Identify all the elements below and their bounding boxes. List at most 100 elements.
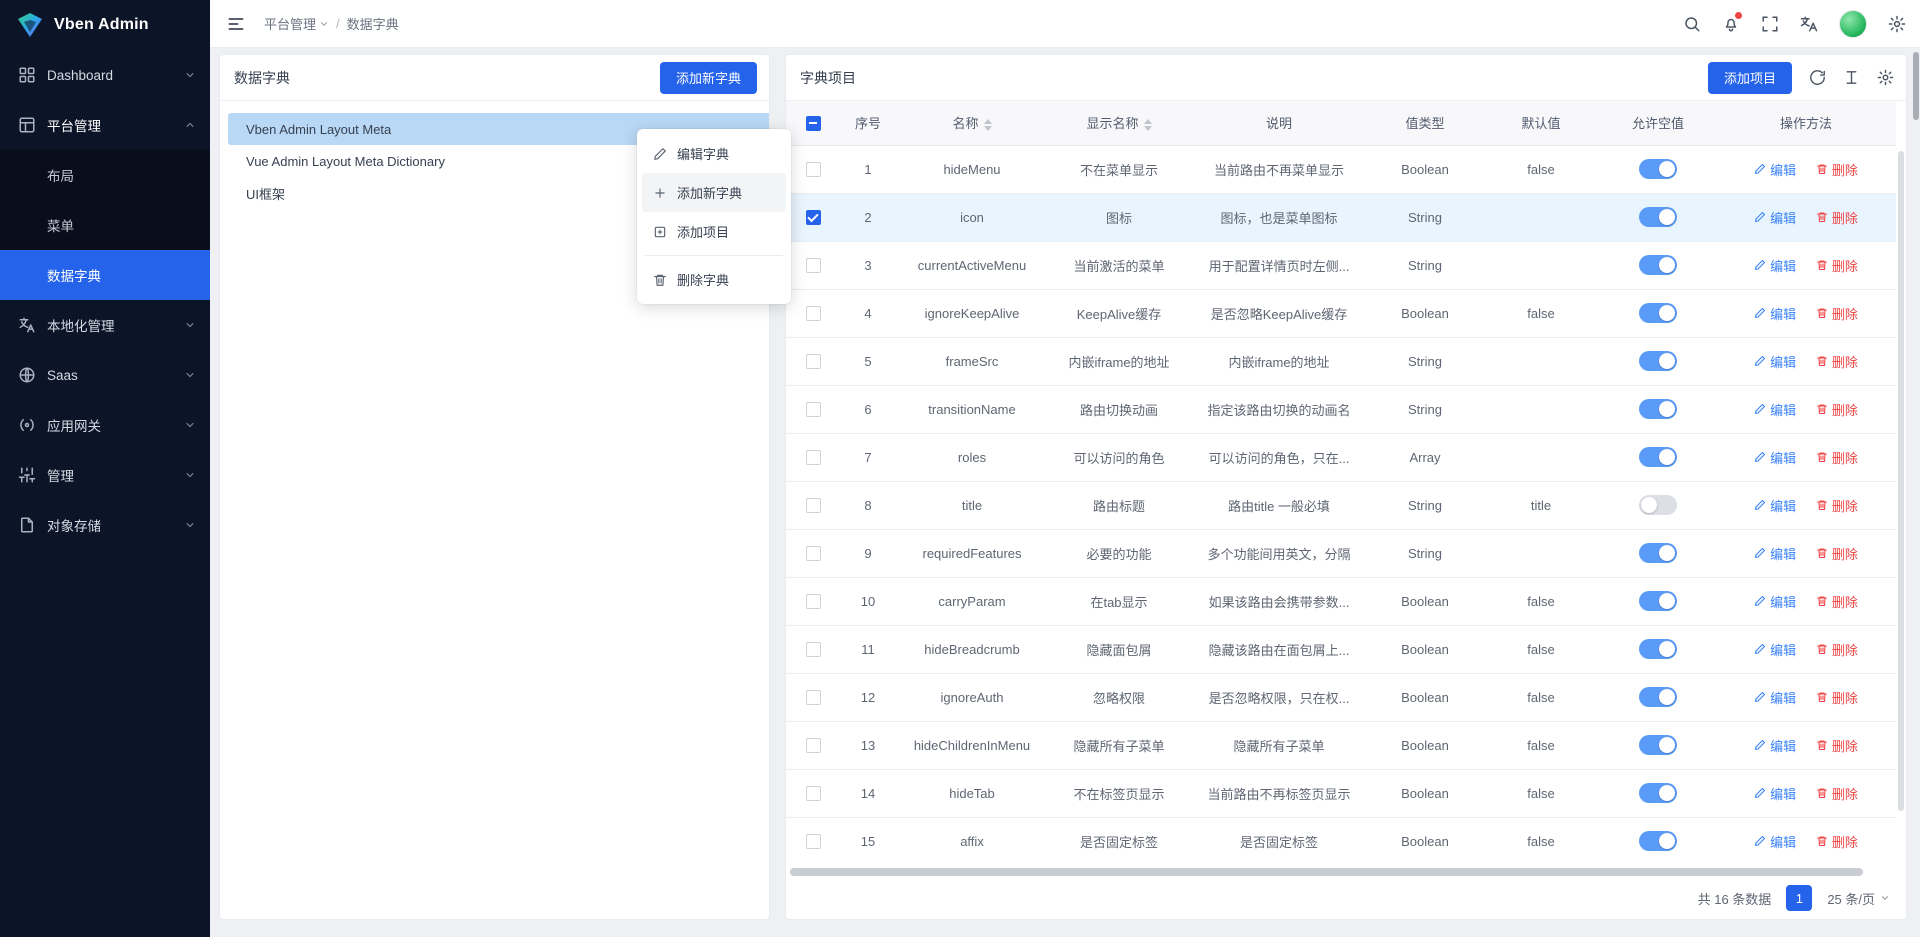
- allow-null-toggle[interactable]: [1639, 447, 1677, 467]
- allow-null-toggle[interactable]: [1639, 639, 1677, 659]
- delete-row-button[interactable]: 删除: [1816, 400, 1858, 419]
- col-header-name[interactable]: 名称: [896, 101, 1048, 145]
- sidebar-item-dashboard[interactable]: Dashboard: [0, 50, 210, 100]
- edit-row-button[interactable]: 编辑: [1754, 544, 1796, 563]
- allow-null-toggle[interactable]: [1639, 495, 1677, 515]
- allow-null-toggle[interactable]: [1639, 399, 1677, 419]
- edit-row-button[interactable]: 编辑: [1754, 640, 1796, 659]
- search-icon[interactable]: [1683, 15, 1701, 33]
- page-size-select[interactable]: 25 条/页: [1827, 889, 1890, 908]
- translate-icon[interactable]: [1800, 15, 1818, 33]
- sort-icons[interactable]: [1144, 119, 1152, 131]
- delete-row-button[interactable]: 删除: [1816, 784, 1858, 803]
- allow-null-toggle[interactable]: [1639, 303, 1677, 323]
- row-checkbox[interactable]: [806, 162, 821, 177]
- sidebar-item-menu[interactable]: 菜单: [0, 200, 210, 250]
- column-settings-gear-icon[interactable]: [1877, 69, 1894, 86]
- edit-row-button[interactable]: 编辑: [1754, 208, 1796, 227]
- app-logo[interactable]: Vben Admin: [0, 0, 210, 50]
- select-all-checkbox[interactable]: [806, 116, 821, 131]
- row-checkbox[interactable]: [806, 738, 821, 753]
- allow-null-toggle[interactable]: [1639, 735, 1677, 755]
- allow-null-toggle[interactable]: [1639, 159, 1677, 179]
- sidebar-item-gateway[interactable]: 应用网关: [0, 400, 210, 450]
- edit-icon: [1754, 787, 1766, 799]
- fullscreen-icon[interactable]: [1761, 15, 1779, 33]
- allow-null-toggle[interactable]: [1639, 783, 1677, 803]
- row-checkbox[interactable]: [806, 594, 821, 609]
- sidebar-item-data-dictionary[interactable]: 数据字典: [0, 250, 210, 300]
- allow-null-toggle[interactable]: [1639, 687, 1677, 707]
- table-vertical-scrollbar[interactable]: [1898, 151, 1904, 811]
- delete-row-button[interactable]: 删除: [1816, 832, 1858, 851]
- edit-row-button[interactable]: 编辑: [1754, 784, 1796, 803]
- row-checkbox[interactable]: [806, 690, 821, 705]
- allow-null-toggle[interactable]: [1639, 255, 1677, 275]
- allow-null-toggle[interactable]: [1639, 207, 1677, 227]
- edit-row-button[interactable]: 编辑: [1754, 496, 1796, 515]
- row-checkbox[interactable]: [806, 642, 821, 657]
- delete-row-button[interactable]: 删除: [1816, 208, 1858, 227]
- sidebar-item-object-storage[interactable]: 对象存储: [0, 500, 210, 550]
- row-height-icon[interactable]: [1843, 69, 1860, 86]
- row-checkbox[interactable]: [806, 402, 821, 417]
- row-checkbox[interactable]: [806, 498, 821, 513]
- delete-row-button[interactable]: 删除: [1816, 304, 1858, 323]
- edit-row-button[interactable]: 编辑: [1754, 688, 1796, 707]
- page-scrollbar[interactable]: [1913, 52, 1919, 120]
- edit-row-button[interactable]: 编辑: [1754, 448, 1796, 467]
- add-dictionary-button[interactable]: 添加新字典: [660, 62, 757, 94]
- context-menu-delete-dictionary[interactable]: 删除字典: [642, 260, 786, 299]
- breadcrumb-platform-manage[interactable]: 平台管理: [264, 14, 329, 33]
- delete-row-button[interactable]: 删除: [1816, 688, 1858, 707]
- row-checkbox[interactable]: [806, 306, 821, 321]
- delete-row-button[interactable]: 删除: [1816, 592, 1858, 611]
- edit-row-button[interactable]: 编辑: [1754, 256, 1796, 275]
- edit-row-button[interactable]: 编辑: [1754, 304, 1796, 323]
- notification-bell-icon[interactable]: [1722, 15, 1740, 33]
- table-row: 12 ignoreAuth 忽略权限 是否忽略权限，只在权... Boolean…: [786, 673, 1896, 721]
- page-number-button[interactable]: 1: [1786, 885, 1812, 911]
- edit-row-button[interactable]: 编辑: [1754, 400, 1796, 419]
- row-checkbox[interactable]: [806, 834, 821, 849]
- allow-null-toggle[interactable]: [1639, 831, 1677, 851]
- edit-row-button[interactable]: 编辑: [1754, 592, 1796, 611]
- edit-row-button[interactable]: 编辑: [1754, 736, 1796, 755]
- delete-row-button[interactable]: 删除: [1816, 496, 1858, 515]
- context-menu-add-item[interactable]: 添加项目: [642, 212, 786, 251]
- sidebar-item-layout[interactable]: 布局: [0, 150, 210, 200]
- delete-row-button[interactable]: 删除: [1816, 544, 1858, 563]
- table-horizontal-scrollbar[interactable]: [790, 867, 1896, 877]
- context-menu-add-dictionary[interactable]: 添加新字典: [642, 173, 786, 212]
- add-item-button[interactable]: 添加项目: [1708, 62, 1792, 94]
- allow-null-toggle[interactable]: [1639, 351, 1677, 371]
- delete-row-button[interactable]: 删除: [1816, 448, 1858, 467]
- delete-row-button[interactable]: 删除: [1816, 352, 1858, 371]
- settings-gear-icon[interactable]: [1888, 15, 1906, 33]
- sidebar-collapse-icon[interactable]: [226, 14, 246, 34]
- row-checkbox[interactable]: [806, 786, 821, 801]
- delete-row-button[interactable]: 删除: [1816, 256, 1858, 275]
- refresh-icon[interactable]: [1809, 69, 1826, 86]
- delete-row-button[interactable]: 删除: [1816, 160, 1858, 179]
- sort-icons[interactable]: [984, 119, 992, 131]
- col-header-display-name[interactable]: 显示名称: [1048, 101, 1190, 145]
- delete-row-button[interactable]: 删除: [1816, 736, 1858, 755]
- sidebar-item-saas[interactable]: Saas: [0, 350, 210, 400]
- context-menu-edit-dictionary[interactable]: 编辑字典: [642, 134, 786, 173]
- edit-row-button[interactable]: 编辑: [1754, 160, 1796, 179]
- allow-null-toggle[interactable]: [1639, 591, 1677, 611]
- edit-row-button[interactable]: 编辑: [1754, 352, 1796, 371]
- row-checkbox[interactable]: [806, 210, 821, 225]
- delete-row-button[interactable]: 删除: [1816, 640, 1858, 659]
- allow-null-toggle[interactable]: [1639, 543, 1677, 563]
- edit-row-button[interactable]: 编辑: [1754, 832, 1796, 851]
- row-checkbox[interactable]: [806, 258, 821, 273]
- sidebar-item-platform-manage[interactable]: 平台管理: [0, 100, 210, 150]
- row-checkbox[interactable]: [806, 546, 821, 561]
- row-checkbox[interactable]: [806, 354, 821, 369]
- user-avatar[interactable]: [1839, 10, 1867, 38]
- row-checkbox[interactable]: [806, 450, 821, 465]
- sidebar-item-manage[interactable]: 管理: [0, 450, 210, 500]
- sidebar-item-localization[interactable]: 本地化管理: [0, 300, 210, 350]
